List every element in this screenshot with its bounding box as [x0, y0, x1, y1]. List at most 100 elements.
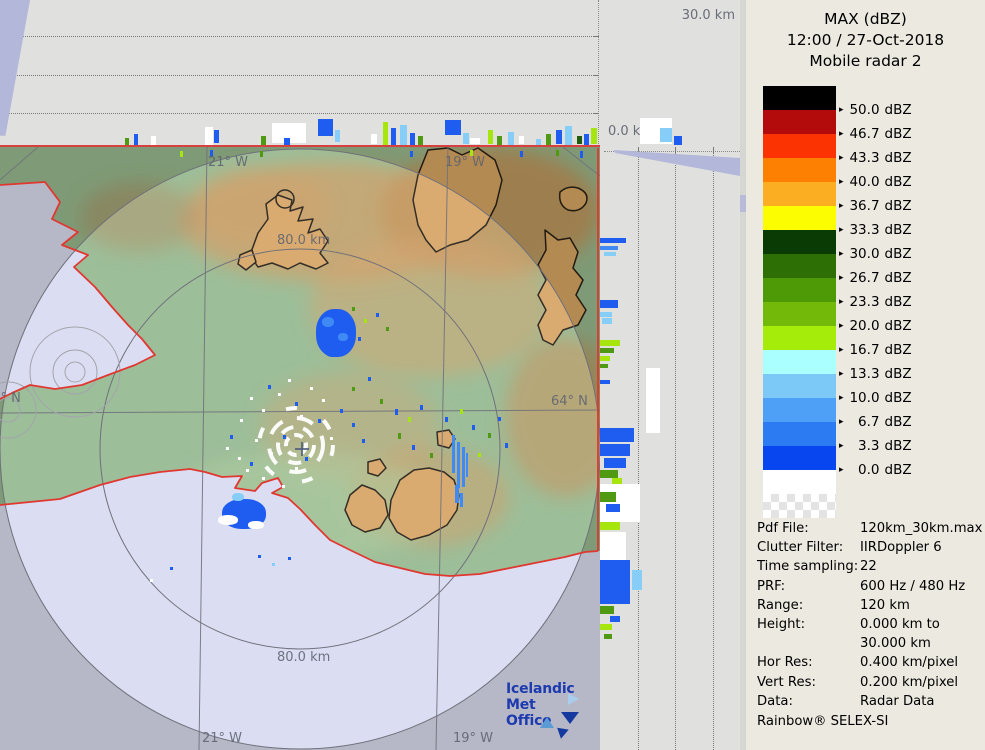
radar-app-window: 30.0 km 0.0 km 21° W 19° W 80.0 km 64° N…: [0, 0, 985, 750]
radar-echo: [602, 318, 612, 324]
radar-echo: [600, 340, 620, 346]
metadata-label: Data:: [757, 693, 793, 709]
metadata-value: 22: [860, 559, 877, 575]
radar-echo: [600, 246, 618, 250]
radar-echo: [371, 134, 377, 144]
radar-echo: [508, 132, 514, 145]
top-strip-echoes: [0, 0, 740, 147]
legend-band: [763, 158, 836, 182]
radar-echo: [660, 128, 672, 142]
metadata-value: Radar Data: [860, 693, 935, 709]
radar-echo: [600, 364, 608, 368]
metadata-label: Time sampling:: [757, 559, 859, 575]
geo-label: 21° W: [202, 731, 243, 746]
metadata-value: 0.200 km/pixel: [860, 674, 959, 690]
metadata-grid: Pdf File: 120km_30km.max Clutter Filter: II…: [757, 519, 983, 711]
legend-entry: ▸ 46.7 dBZ: [839, 126, 912, 142]
radar-echo: [600, 470, 618, 478]
legend-band: [763, 134, 836, 158]
radar-echo: [600, 444, 630, 456]
legend-entry: ▸ 50.0 dBZ: [839, 102, 912, 118]
radar-echo: [600, 522, 620, 530]
metadata-label: PRF:: [757, 578, 786, 594]
software-brand-label: Rainbow® SELEX-SI: [757, 714, 889, 729]
radar-echo: [205, 127, 213, 145]
legend-entry: ▸ 0.0 dBZ: [839, 462, 912, 478]
radar-echo: [600, 428, 634, 442]
product-title-block: MAX (dBZ) 12:00 / 27-Oct-2018 Mobile rad…: [746, 9, 985, 72]
radar-echo: [125, 138, 129, 145]
radar-echo: [151, 136, 156, 145]
legend-entry: ▸ 3.3 dBZ: [839, 438, 912, 454]
metadata-label: Vert Res:: [757, 674, 816, 690]
metadata-value: 600 Hz / 480 Hz: [860, 578, 966, 594]
metadata-label: Clutter Filter:: [757, 540, 844, 556]
radar-echo: [600, 484, 640, 522]
radar-echo: [214, 130, 219, 143]
radar-echo: [600, 348, 614, 353]
radar-echo: [400, 125, 407, 145]
legend-entry: ▸ 30.0 dBZ: [839, 246, 912, 262]
radar-echo: [497, 136, 502, 145]
legend-entry: ▸ 26.7 dBZ: [839, 270, 912, 286]
metadata-label: Range:: [757, 597, 804, 613]
geo-label: 21° W: [208, 155, 249, 170]
radar-echo: [600, 560, 630, 604]
panel-divider-handle[interactable]: [740, 195, 746, 212]
radar-echo: [600, 606, 614, 614]
legend-band: [763, 350, 836, 374]
legend-band: [763, 470, 836, 494]
metadata-value: 0.400 km/pixel: [860, 655, 959, 671]
radar-echo: [604, 252, 616, 256]
radar-echo: [536, 139, 541, 145]
icelandic-met-office-logo: Icelandic Met Office: [506, 681, 600, 741]
geo-label: 80.0 km: [277, 650, 331, 665]
product-name: MAX (dBZ): [824, 10, 907, 28]
metadata-value: 30.000 km: [860, 636, 931, 652]
legend-entry: ▸ 23.3 dBZ: [839, 294, 912, 310]
radar-map: 21° W 19° W 80.0 km 64° N 64° N 80.0 km 21° W 1…: [0, 147, 600, 750]
radar-echo: [546, 134, 551, 145]
radar-echo: [632, 570, 642, 590]
radar-echo: [470, 138, 480, 144]
geo-label: 64° N: [0, 391, 21, 406]
legend-entry: ▸ 6.7 dBZ: [839, 414, 912, 430]
radar-echo: [604, 634, 612, 639]
radar-echo: [674, 136, 682, 145]
radar-echo: [383, 122, 388, 145]
radar-echo: [600, 492, 616, 502]
legend-band: [763, 398, 836, 422]
legend-labels: ▸ 50.0 dBZ ▸ 46.7 dBZ ▸ 43.3 dBZ ▸ 40.0 dBZ ▸ 36.7 dBZ…: [839, 86, 969, 526]
panel-divider: [740, 0, 746, 750]
legend-entry: ▸ 43.3 dBZ: [839, 150, 912, 166]
metadata-label: Pdf File:: [757, 521, 809, 536]
radar-echo: [604, 458, 626, 468]
radar-echo: [610, 616, 620, 622]
legend-band: [763, 494, 836, 518]
metadata-value: 0.000 km to: [860, 617, 940, 633]
radar-echo: [600, 238, 626, 243]
radar-echo: [577, 136, 582, 144]
radar-echo: [591, 128, 597, 144]
radar-echo: [600, 300, 618, 308]
product-timestamp: 12:00 / 27-Oct-2018: [786, 31, 945, 49]
radar-echo: [556, 130, 562, 144]
radar-echo: [335, 130, 340, 142]
radar-echo: [391, 128, 396, 145]
radar-echo: [410, 133, 415, 145]
metadata-value: 120km_30km.max: [860, 521, 983, 536]
legend-entry: ▸ 36.7 dBZ: [839, 198, 912, 214]
legend-entry: ▸ 13.3 dBZ: [839, 366, 912, 382]
radar-echo: [565, 126, 572, 145]
metadata-label: Hor Res:: [757, 655, 813, 671]
legend-swatches: [763, 86, 836, 518]
map-labels: 21° W 19° W 80.0 km 64° N 64° N 80.0 km 21° W 1…: [0, 147, 600, 750]
geo-label: 19° W: [453, 731, 494, 746]
radar-echo: [445, 120, 461, 135]
radar-echo: [418, 136, 423, 145]
radar-echo: [646, 368, 660, 433]
radar-echo: [284, 138, 290, 145]
legend-entry: ▸ 16.7 dBZ: [839, 342, 912, 358]
legend-band: [763, 374, 836, 398]
legend-entry: ▸ 10.0 dBZ: [839, 390, 912, 406]
